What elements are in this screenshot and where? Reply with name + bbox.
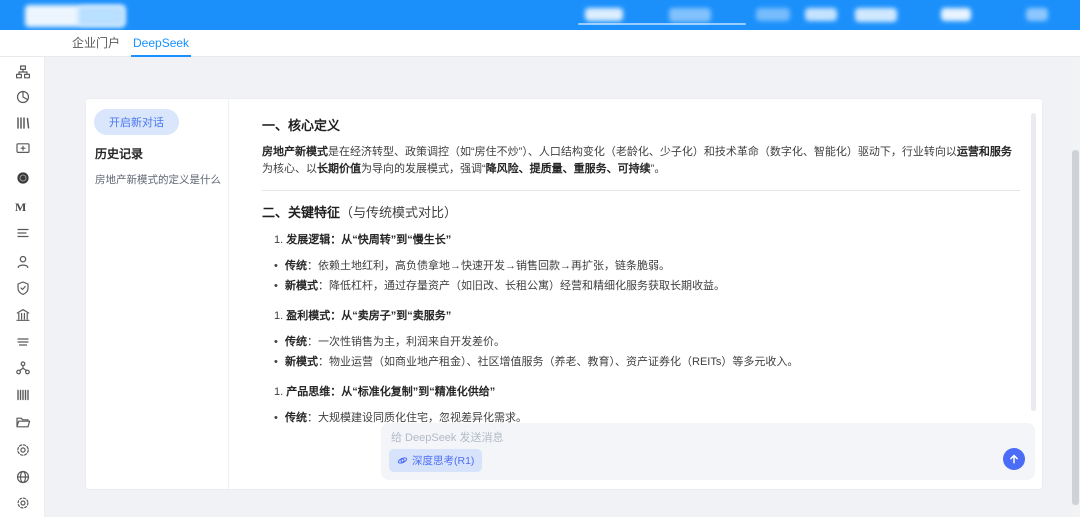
window-scrollbar-thumb[interactable] [1072, 150, 1079, 505]
library-barcode-icon[interactable] [15, 115, 31, 131]
feature-bullet: 新模式：降低杠杆，通过存量资产（如旧改、长租公寓）经营和精细化服务获取长期收益。 [274, 278, 1020, 294]
folder-icon[interactable] [15, 414, 31, 430]
list-number: 1. [274, 310, 286, 322]
topbar-nav-item-blurred[interactable] [585, 8, 623, 21]
tab-deepseek[interactable]: DeepSeek [133, 30, 189, 57]
history-title: 历史记录 [95, 145, 143, 162]
message-input[interactable] [391, 429, 995, 449]
page-background: 开启新对话 历史记录 房地产新模式的定义是什么 一、核心定义 房地产新模式是在经… [45, 57, 1071, 517]
org-structure-icon[interactable] [15, 64, 31, 80]
feature-group-title: 1. 产品思维：从“标准化复制”到“精准化供给” [274, 383, 1020, 399]
feature-group: 1. 产品思维：从“标准化复制”到“精准化供给” 传统：大规模建设同质化住宅，忽视… [274, 383, 1020, 423]
deepseek-chat-card: 开启新对话 历史记录 房地产新模式的定义是什么 一、核心定义 房地产新模式是在经… [85, 98, 1043, 490]
feature-group: 1. 发展逻辑：从“快周转”到“慢生长” 传统：依赖土地红利，高负债拿地→快速开发… [274, 231, 1020, 294]
feature-group-title: 1. 发展逻辑：从“快周转”到“慢生长” [274, 231, 1020, 247]
bullet-text: ：大规模建设同质化住宅，忽视差异化需求。 [307, 412, 527, 423]
feature-group-title-text: 盈利模式：从“卖房子”到“卖服务” [286, 310, 451, 322]
topbar-nav-underline [578, 23, 746, 25]
paragraph-bold-segment: 运营和服务 [957, 146, 1012, 158]
bank-icon[interactable] [15, 307, 31, 323]
feature-bullet: 传统：依赖土地红利，高负债拿地→快速开发→销售回款→再扩张，链条脆弱。 [274, 258, 1020, 274]
section-heading-key-features: 二、关键特征（与传统模式对比） [262, 202, 1020, 221]
heading-normal-part: （与传统模式对比） [340, 205, 457, 220]
shield-icon[interactable] [15, 280, 31, 296]
history-list: 房地产新模式的定义是什么 [86, 167, 228, 192]
paragraph-segment: 为导向的发展模式，强调“ [361, 163, 486, 175]
content-scrollbar[interactable] [1031, 113, 1036, 411]
bullet-label: 新模式 [285, 356, 318, 368]
feature-bullets: 传统：大规模建设同质化住宅，忽视差异化需求。新模式：细分市场（改善型住房、养老社… [274, 410, 1020, 423]
feature-group-title-text: 产品思维：从“标准化复制”到“精准化供给” [286, 386, 495, 398]
network-icon[interactable] [15, 360, 31, 376]
feature-group: 1. 盈利模式：从“卖房子”到“卖服务” 传统：一次性销售为主，利润来自开发差价。… [274, 307, 1020, 370]
list-number: 1. [274, 386, 286, 398]
icon-sidebar: M [0, 30, 45, 517]
user-icon[interactable] [15, 254, 31, 270]
section-heading-core-definition: 一、核心定义 [262, 115, 1020, 134]
message-composer: 深度思考(R1) [381, 423, 1035, 480]
layers-icon[interactable] [15, 334, 31, 350]
bullet-label: 新模式 [285, 280, 318, 292]
paragraph-bold-segment: 长期价值 [317, 163, 361, 175]
deep-think-toggle-button[interactable]: 深度思考(R1) [389, 449, 482, 472]
topbar-nav-item-blurred[interactable] [669, 8, 711, 22]
dark-circle-logo-icon[interactable] [15, 170, 31, 186]
globe-icon[interactable] [15, 469, 31, 485]
topbar-nav-item-blurred[interactable] [756, 8, 790, 21]
topbar-nav-item-blurred[interactable] [941, 8, 971, 21]
list-number: 1. [274, 234, 286, 246]
paragraph-segment: ”。 [651, 163, 666, 175]
bullet-text: ：依赖土地红利，高负债拿地→快速开发→销售回款→再扩张，链条脆弱。 [307, 260, 670, 272]
tab-enterprise-portal[interactable]: 企业门户 [72, 30, 120, 57]
assistant-answer: 一、核心定义 房地产新模式是在经济转型、政策调控（如“房住不炒”）、人口结构变化… [229, 99, 1028, 423]
new-chat-button[interactable]: 开启新对话 [94, 109, 179, 135]
topbar-nav-item-blurred[interactable] [805, 8, 837, 21]
key-feature-groups: 1. 发展逻辑：从“快周转”到“慢生长”传统：依赖土地红利，高负债拿地→快速开发… [262, 231, 1020, 423]
tab-bar: 企业门户 DeepSeek [0, 30, 1080, 57]
bullet-text: ：物业运营（如商业地产租金）、社区增值服务（养老、教育）、资产证券化（REITs… [318, 356, 798, 368]
bullet-text: ：一次性销售为主，利润来自开发差价。 [307, 336, 505, 348]
paragraph-bold-segment: 降风险、提质量、重服务、可持续 [486, 163, 651, 175]
send-button[interactable] [1003, 448, 1025, 470]
history-item[interactable]: 房地产新模式的定义是什么 [86, 167, 228, 192]
bullet-text: ：降低杠杆，通过存量资产（如旧改、长租公寓）经营和精细化服务获取长期收益。 [318, 280, 725, 292]
feature-bullets: 传统：一次性销售为主，利润来自开发差价。新模式：物业运营（如商业地产租金）、社区… [274, 334, 1020, 370]
barcode-icon[interactable] [15, 387, 31, 403]
feature-bullet: 新模式：物业运营（如商业地产租金）、社区增值服务（养老、教育）、资产证券化（RE… [274, 354, 1020, 370]
feature-bullets: 传统：依赖土地红利，高负债拿地→快速开发→销售回款→再扩张，链条脆弱。新模式：降… [274, 258, 1020, 294]
feature-group-title-text: 发展逻辑：从“快周转”到“慢生长” [286, 234, 451, 246]
topbar-nav-item-blurred[interactable] [855, 8, 897, 22]
settings-gear-icon[interactable] [15, 495, 31, 511]
heading-bold-part: 二、关键特征 [262, 205, 340, 220]
section-divider [262, 190, 1020, 191]
bullet-label: 传统 [285, 336, 307, 348]
bullet-label: 传统 [285, 412, 307, 423]
list-menu-icon[interactable] [15, 225, 31, 241]
core-definition-paragraph: 房地产新模式是在经济转型、政策调控（如“房住不炒”）、人口结构变化（老龄化、少子… [262, 144, 1020, 178]
pie-chart-icon[interactable] [15, 89, 31, 105]
paragraph-segment: 是在经济转型、政策调控（如“房住不炒”）、人口结构变化（老龄化、少子化）和技术革… [328, 146, 957, 158]
m-letter-icon[interactable]: M [15, 199, 31, 215]
feature-bullet: 传统：大规模建设同质化住宅，忽视差异化需求。 [274, 410, 1020, 423]
chat-content-area: 一、核心定义 房地产新模式是在经济转型、政策调控（如“房住不炒”）、人口结构变化… [229, 99, 1042, 489]
window-scrollbar-track[interactable] [1071, 57, 1080, 517]
feature-group-title: 1. 盈利模式：从“卖房子”到“卖服务” [274, 307, 1020, 323]
feature-bullet: 传统：一次性销售为主，利润来自开发差价。 [274, 334, 1020, 350]
paragraph-bold-segment: 房地产新模式 [262, 146, 328, 158]
topbar-nav-item-blurred[interactable] [1026, 8, 1048, 21]
deep-think-label: 深度思考(R1) [412, 453, 474, 468]
brand-logo-accent [78, 6, 125, 26]
card-add-icon[interactable] [15, 140, 31, 156]
arrow-up-icon [1008, 453, 1020, 465]
chat-history-panel: 开启新对话 历史记录 房地产新模式的定义是什么 [86, 99, 229, 489]
deep-think-icon [397, 455, 408, 466]
paragraph-segment: 为核心、以 [262, 163, 317, 175]
top-navigation-bar [0, 0, 1080, 30]
bullet-label: 传统 [285, 260, 307, 272]
flower-gear-icon[interactable] [15, 442, 31, 458]
